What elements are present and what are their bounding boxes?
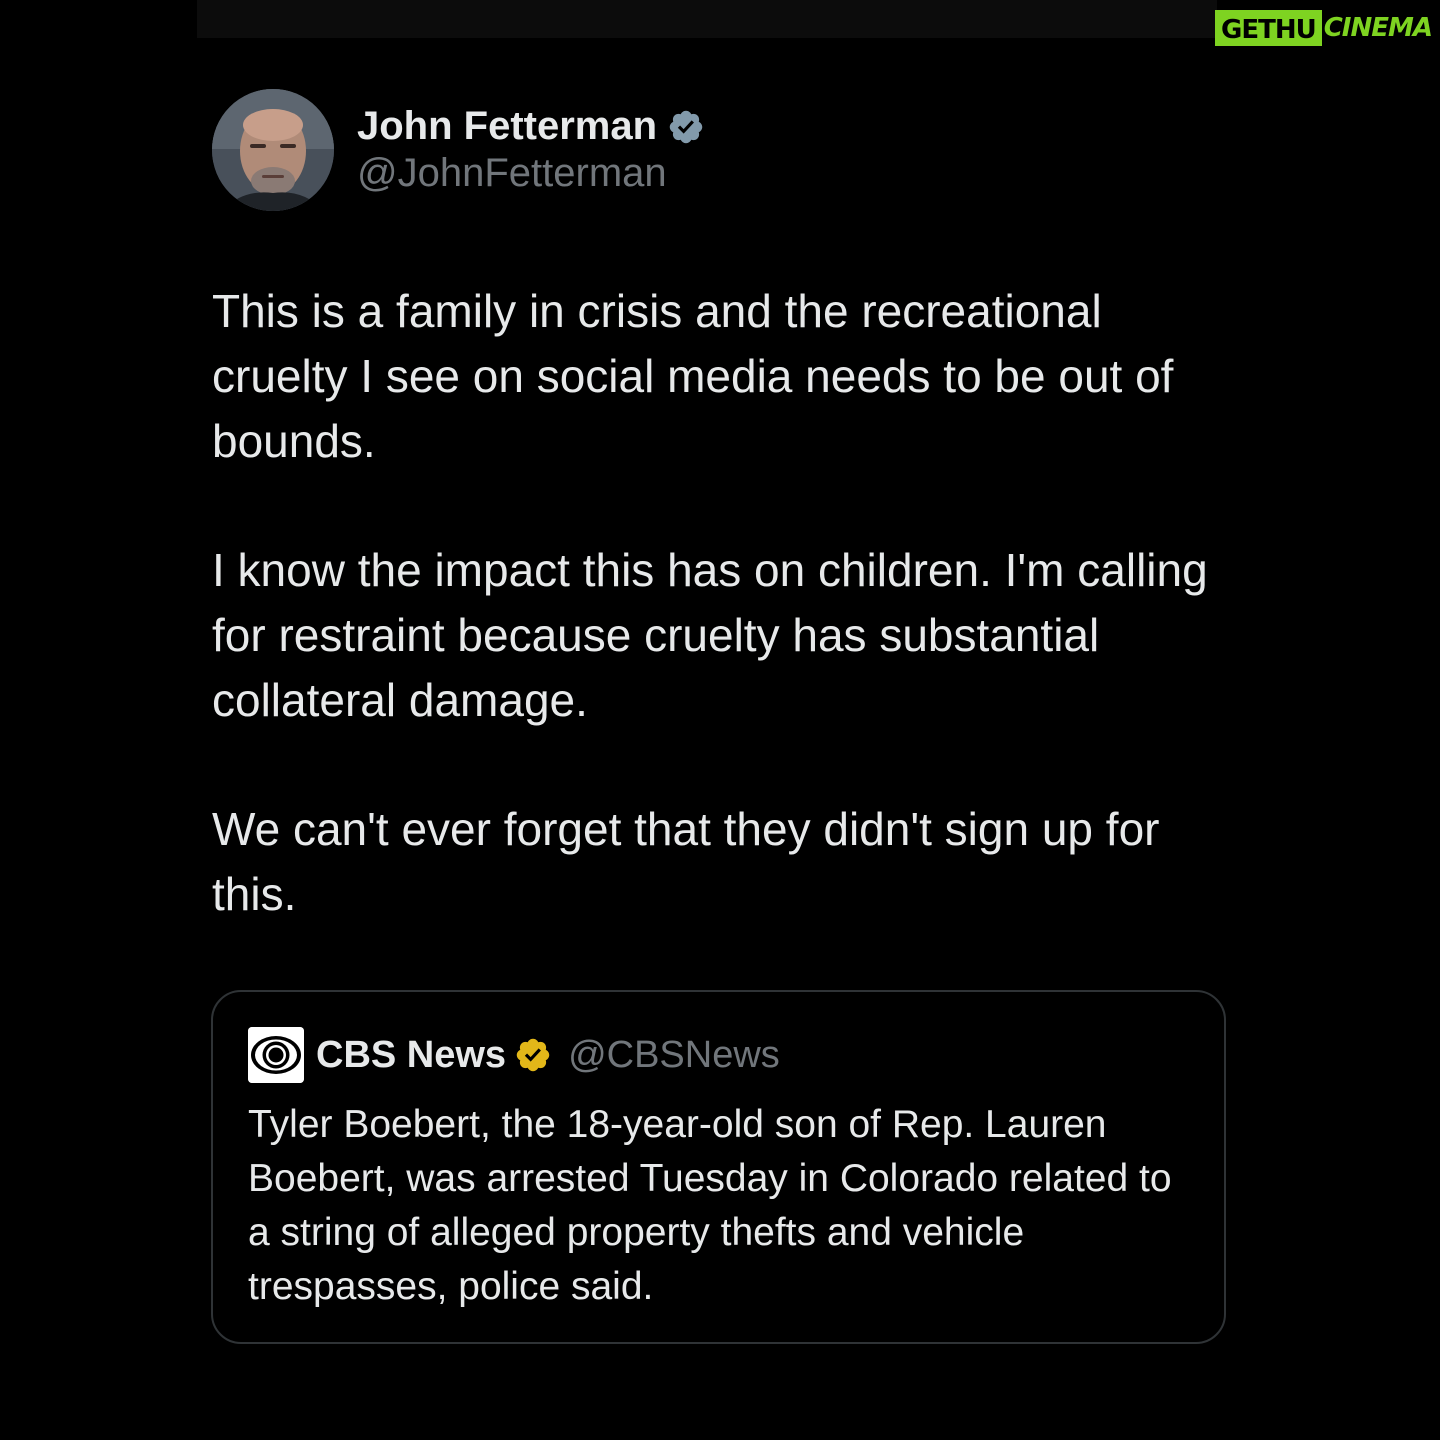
tweet-paragraph: We can't ever forget that they didn't si… (212, 803, 1160, 920)
quoted-tweet-header: CBS News @CBSNews (248, 1026, 780, 1084)
watermark-brand-rest: CINEMA (1323, 13, 1433, 43)
gold-verified-badge-icon (516, 1038, 550, 1072)
author-display-name[interactable]: John Fetterman (357, 104, 657, 149)
tweet-paragraph: I know the impact this has on children. … (212, 544, 1208, 726)
watermark-brand-box: GETHU (1215, 10, 1322, 46)
quoted-tweet-card[interactable]: CBS News @CBSNews Tyler Boebert, the 18-… (211, 990, 1226, 1344)
top-bar (197, 0, 1217, 38)
avatar[interactable] (212, 89, 334, 211)
quoted-author-handle[interactable]: @CBSNews (568, 1034, 780, 1077)
watermark: GETHU CINEMA (1215, 10, 1434, 46)
tweet-paragraph: This is a family in crisis and the recre… (212, 285, 1174, 467)
tweet-header: John Fetterman @JohnFetterman (212, 89, 705, 211)
cbs-eye-logo-icon (248, 1027, 304, 1083)
quoted-author-display-name[interactable]: CBS News (316, 1034, 506, 1077)
quoted-tweet-text: Tyler Boebert, the 18-year-old son of Re… (248, 1103, 1172, 1308)
avatar-portrait-icon (212, 89, 334, 211)
verified-badge-icon (669, 110, 703, 143)
author-handle[interactable]: @JohnFetterman (357, 151, 705, 196)
tweet-body: This is a family in crisis and the recre… (212, 279, 1222, 991)
